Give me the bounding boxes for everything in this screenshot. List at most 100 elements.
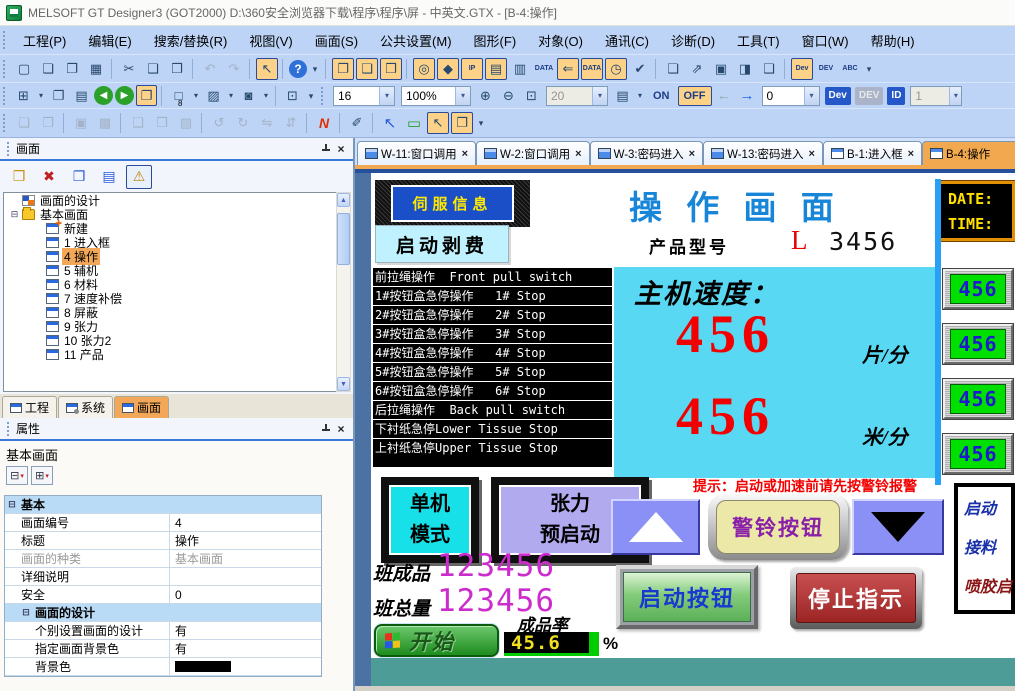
interlock-row[interactable]: 6#按钮盒急停操作 6# Stop <box>373 382 612 401</box>
toolbar-overflow-icon[interactable]: ▾ <box>305 85 317 106</box>
snap-dropdown-icon[interactable]: ▾ <box>191 85 201 106</box>
open-recent-icon[interactable]: ❏ <box>37 58 59 80</box>
flip-vertical-icon[interactable]: ⇵ <box>280 112 302 134</box>
group-attribute-icon[interactable]: ▧ <box>175 112 197 134</box>
data-back-icon[interactable]: ⇐ <box>557 58 579 80</box>
pin-icon[interactable] <box>317 421 333 436</box>
state-prev-icon[interactable]: ← <box>717 87 732 104</box>
object-select-icon[interactable]: ↖ <box>427 112 449 134</box>
color-swatch[interactable] <box>175 661 231 672</box>
cut-icon[interactable]: ✂ <box>118 58 140 80</box>
separator[interactable] <box>275 86 278 106</box>
interlock-row[interactable]: 5#按钮盒急停操作 5# Stop <box>373 363 612 382</box>
property-value[interactable] <box>169 658 321 675</box>
pattern-dropdown-icon[interactable]: ▾ <box>226 85 236 106</box>
servo-info-button[interactable]: 伺服信息 <box>375 180 530 227</box>
menu-item[interactable]: 工具(T) <box>726 27 791 54</box>
scroll-thumb[interactable] <box>337 213 350 265</box>
screen-alarm-icon[interactable]: ⚠ <box>126 165 152 189</box>
rotate-right-icon[interactable]: ↻ <box>232 112 254 134</box>
send-back-icon[interactable]: ❐ <box>37 112 59 134</box>
property-value[interactable]: 有 <box>169 622 321 639</box>
category-sort-icon[interactable]: ⊟ <box>6 466 28 485</box>
language-combo[interactable]: 1 ▾ <box>910 86 962 106</box>
editor-tab[interactable]: W-3:密码进入 × <box>590 141 704 165</box>
device-label-icon[interactable]: DEV <box>815 58 837 80</box>
separator[interactable] <box>63 113 66 133</box>
combo-arrow-icon[interactable]: ▾ <box>379 87 394 105</box>
start-button[interactable]: 启动按钮 <box>616 565 758 629</box>
state-off-button[interactable]: OFF <box>678 86 712 106</box>
order-sort-icon[interactable]: ⊞ <box>31 466 53 485</box>
side-panel-row[interactable]: 接料 <box>958 534 1011 573</box>
editor-tab[interactable]: W-11:窗口调用 × <box>357 141 476 165</box>
cascade-window-icon[interactable]: ❏ <box>662 58 684 80</box>
option-setting-icon[interactable]: ✐ <box>346 112 368 134</box>
window-preview-icon[interactable]: ❐ <box>332 58 354 80</box>
windows-start-button[interactable]: 开始 <box>374 624 499 657</box>
paste-icon[interactable]: ❒ <box>166 58 188 80</box>
parts-list-icon[interactable]: ▥ <box>509 58 531 80</box>
tree-item[interactable]: ⊟ 基本画面 <box>4 207 336 221</box>
numeric-display[interactable]: 456 <box>943 379 1013 419</box>
screen-preview-icon[interactable]: ❐ <box>66 165 92 189</box>
window-settings-icon[interactable]: ❒ <box>380 58 402 80</box>
text-display-icon[interactable]: ABC <box>839 58 861 80</box>
id-button[interactable]: ID <box>887 87 905 105</box>
alarm-bell-button[interactable]: 警铃按钮 <box>708 494 848 560</box>
open-screen-icon[interactable]: ❐ <box>48 85 69 106</box>
copy-icon[interactable]: ❑ <box>142 58 164 80</box>
numeric-display[interactable]: 456 <box>943 434 1013 474</box>
product-model-value[interactable]: 3456 <box>829 227 897 256</box>
separator[interactable] <box>655 59 658 79</box>
zoom-out-icon[interactable]: ⊖ <box>498 85 519 106</box>
expander-icon[interactable]: ⊟ <box>5 499 19 510</box>
flip-horizontal-icon[interactable]: ⇋ <box>256 112 278 134</box>
snap-combo[interactable]: 20 ▾ <box>546 86 608 106</box>
combo-arrow-icon[interactable]: ▾ <box>804 87 819 105</box>
product-label[interactable]: 产品型号 <box>649 233 729 258</box>
design-canvas[interactable]: 伺服信息 启动剥费 前拉绳操作 Front pull switch1#按钮盒急停… <box>355 169 1015 691</box>
editor-tab[interactable]: W-13:密码进入 × <box>703 141 823 165</box>
help-icon[interactable]: ? <box>289 60 307 78</box>
menu-item[interactable]: 通讯(C) <box>594 27 660 54</box>
property-row[interactable]: 个别设置画面的设计 有 <box>5 622 321 640</box>
editor-tab[interactable]: B-4:操作 <box>922 141 1015 165</box>
property-row[interactable]: 安全 0 <box>5 586 321 604</box>
edit-vertex-icon[interactable]: N <box>313 112 335 134</box>
start-strip-button[interactable]: 启动剥费 <box>375 225 509 263</box>
data-grid-icon[interactable]: DATA <box>581 58 603 80</box>
color-dropdown-icon[interactable]: ▾ <box>261 85 271 106</box>
panel-tab[interactable]: 画面 <box>114 396 169 418</box>
interlock-list[interactable]: 前拉绳操作 Front pull switch1#按钮盒急停操作 1# Stop… <box>372 267 613 468</box>
separator[interactable] <box>282 59 285 79</box>
screen-list-icon[interactable]: ▤ <box>71 85 92 106</box>
speed-pieces-value[interactable]: 456 <box>676 307 775 361</box>
zoom-combo[interactable]: 100% ▾ <box>401 86 471 106</box>
new-project-icon[interactable]: ▢ <box>13 58 35 80</box>
menu-item[interactable]: 帮助(H) <box>860 27 926 54</box>
new-screen-icon[interactable]: ⊞ <box>13 85 34 106</box>
window-preview-toggle-icon[interactable]: ❐ <box>451 112 473 134</box>
next-screen-icon[interactable]: ▶ <box>115 86 134 105</box>
close-icon[interactable]: × <box>333 421 349 436</box>
property-row[interactable]: ⊟ 画面的设计 <box>5 604 321 622</box>
snap-grid-icon[interactable]: □8 <box>168 85 189 106</box>
property-row[interactable]: 画面编号 4 <box>5 514 321 532</box>
scroll-down-icon[interactable]: ▼ <box>337 377 350 391</box>
tree-scrollbar[interactable]: ▲ ▼ <box>336 192 351 392</box>
keyboard-icon[interactable]: ▤ <box>612 85 633 106</box>
property-value[interactable]: 操作 <box>169 532 321 549</box>
interlock-row[interactable]: 前拉绳操作 Front pull switch <box>373 268 612 287</box>
tree-item[interactable]: 9 张力 <box>4 319 336 333</box>
product-grade-value[interactable]: L <box>791 225 808 256</box>
property-row[interactable]: 指定画面背景色 有 <box>5 640 321 658</box>
numeric-display[interactable]: 456 <box>943 269 1013 309</box>
tree-item[interactable]: 6 材料 <box>4 277 336 291</box>
speed-up-button[interactable] <box>611 499 700 555</box>
tree-item[interactable]: 5 辅机 <box>4 263 336 277</box>
tree-item[interactable]: 8 屏蔽 <box>4 305 336 319</box>
screen-comment-icon[interactable]: ▤ <box>96 165 122 189</box>
expander-icon[interactable]: ⊟ <box>19 607 33 618</box>
tab-close-icon[interactable]: × <box>575 148 581 160</box>
